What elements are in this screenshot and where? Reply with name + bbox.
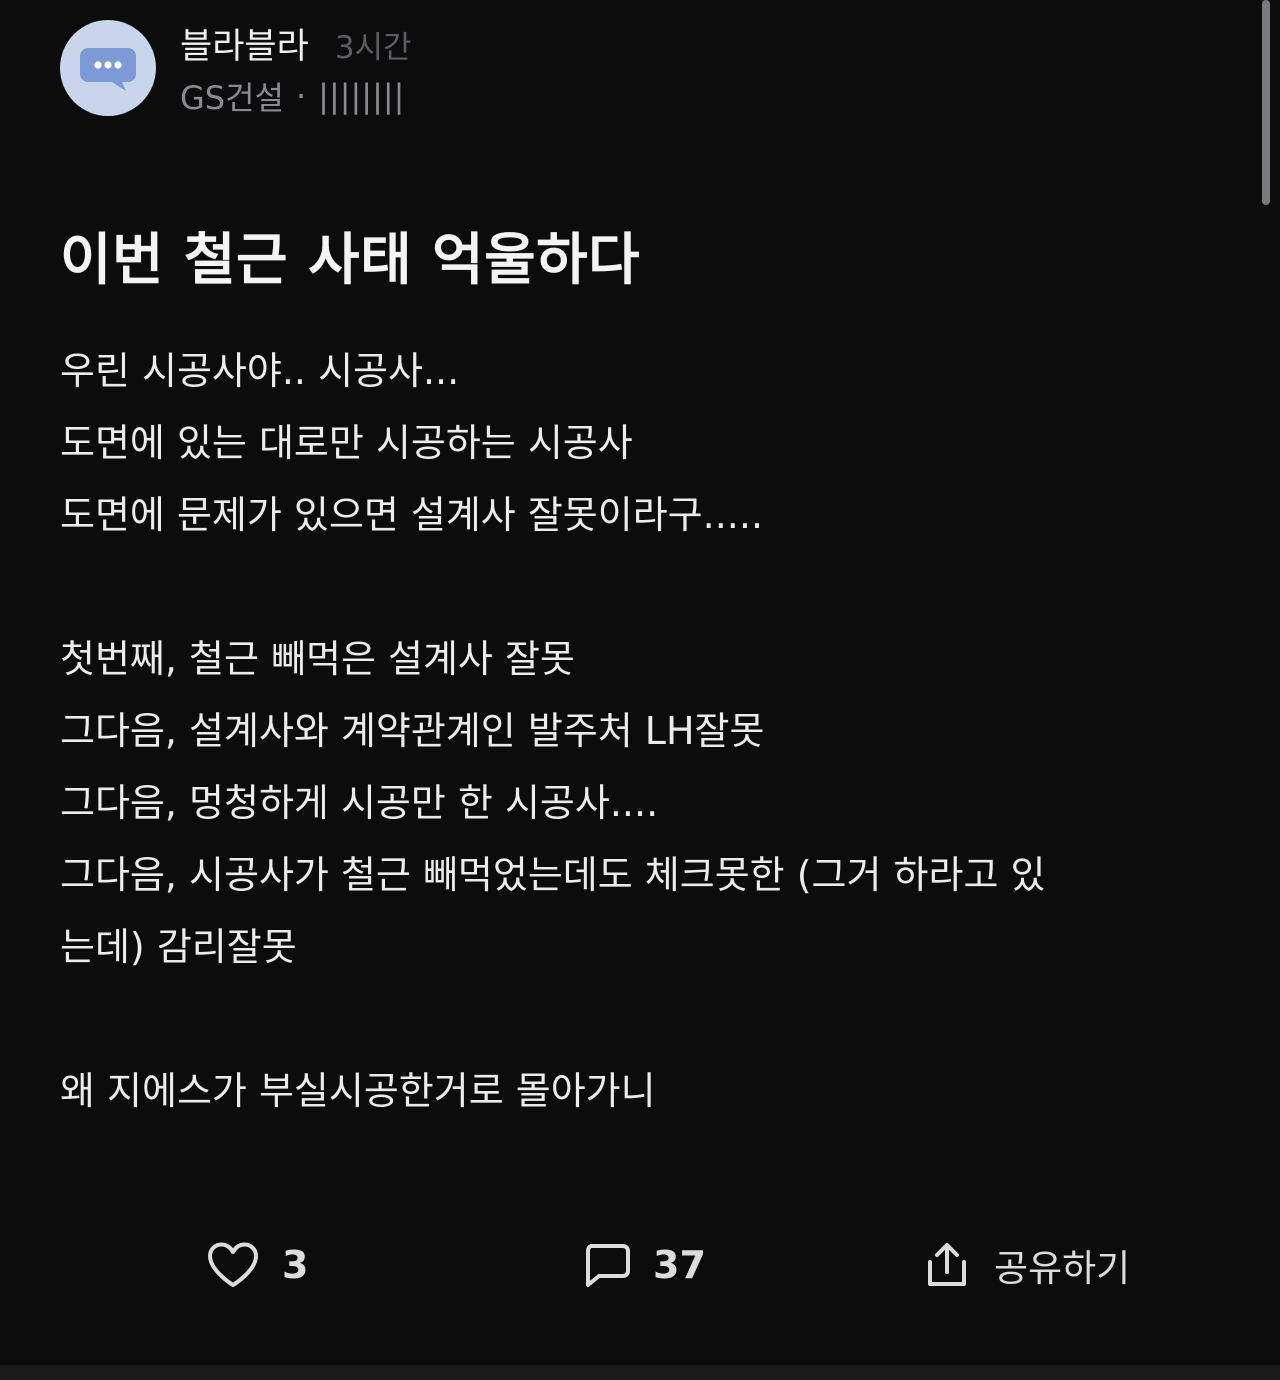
post-body: 우린 시공사야.. 시공사... 도면에 있는 대로만 시공하는 시공사 도면에… xyxy=(60,335,1220,1127)
action-bar: 3 37 공유하기 xyxy=(0,1230,1280,1300)
body-line: 도면에 문제가 있으면 설계사 잘못이라구..... xyxy=(60,493,764,537)
author-meta: GS건설 · |||||||| xyxy=(180,74,404,118)
like-count: 3 xyxy=(282,1243,309,1287)
post-time: 3시간 xyxy=(334,30,412,66)
body-paragraph: 우린 시공사야.. 시공사... 도면에 있는 대로만 시공하는 시공사 도면에… xyxy=(60,335,1220,551)
author-name[interactable]: 블라블라 xyxy=(180,18,309,69)
masked-nickname: |||||||| xyxy=(318,77,405,115)
body-line: 그다음, 멍청하게 시공만 한 시공사.... xyxy=(60,781,659,825)
body-line: 첫번째, 철근 빼먹은 설계사 잘못 xyxy=(60,637,575,681)
share-label: 공유하기 xyxy=(994,1247,1131,1290)
body-paragraph: 첫번째, 철근 빼먹은 설계사 잘못 그다음, 설계사와 계약관계인 발주처 L… xyxy=(60,623,1220,983)
comment-count: 37 xyxy=(653,1243,706,1287)
chat-bubble-icon xyxy=(80,48,136,91)
like-button[interactable]: 3 xyxy=(206,1230,308,1300)
post-view: 블라블라 3시간 GS건설 · |||||||| 이번 철근 사태 억울하다 우… xyxy=(0,0,1280,1365)
post-title: 이번 철근 사태 억울하다 xyxy=(60,228,641,293)
body-line: 는데) 감리잘못 xyxy=(60,925,297,969)
body-line: 그다음, 시공사가 철근 빼먹었는데도 체크못한 (그거 하라고 있 xyxy=(60,853,1046,897)
author-line: 블라블라 3시간 xyxy=(180,18,412,67)
share-icon xyxy=(928,1243,966,1286)
comment-icon xyxy=(586,1244,630,1287)
company-name[interactable]: GS건설 xyxy=(180,73,284,119)
body-paragraph: 왜 지에스가 부실시공한거로 몰아가니 xyxy=(60,1055,1220,1127)
meta-separator: · xyxy=(296,77,307,115)
body-line: 그다음, 설계사와 계약관계인 발주처 LH잘못 xyxy=(60,709,765,753)
body-line: 왜 지에스가 부실시공한거로 몰아가니 xyxy=(60,1069,656,1113)
body-line: 우린 시공사야.. 시공사... xyxy=(60,349,460,393)
share-button[interactable]: 공유하기 xyxy=(922,1230,1130,1300)
body-line: 도면에 있는 대로만 시공하는 시공사 xyxy=(60,421,633,465)
avatar[interactable] xyxy=(60,20,156,116)
heart-icon xyxy=(208,1242,258,1287)
scrollbar[interactable] xyxy=(1262,0,1270,205)
bottom-divider xyxy=(0,1365,1280,1380)
comment-button[interactable]: 37 xyxy=(583,1230,706,1300)
